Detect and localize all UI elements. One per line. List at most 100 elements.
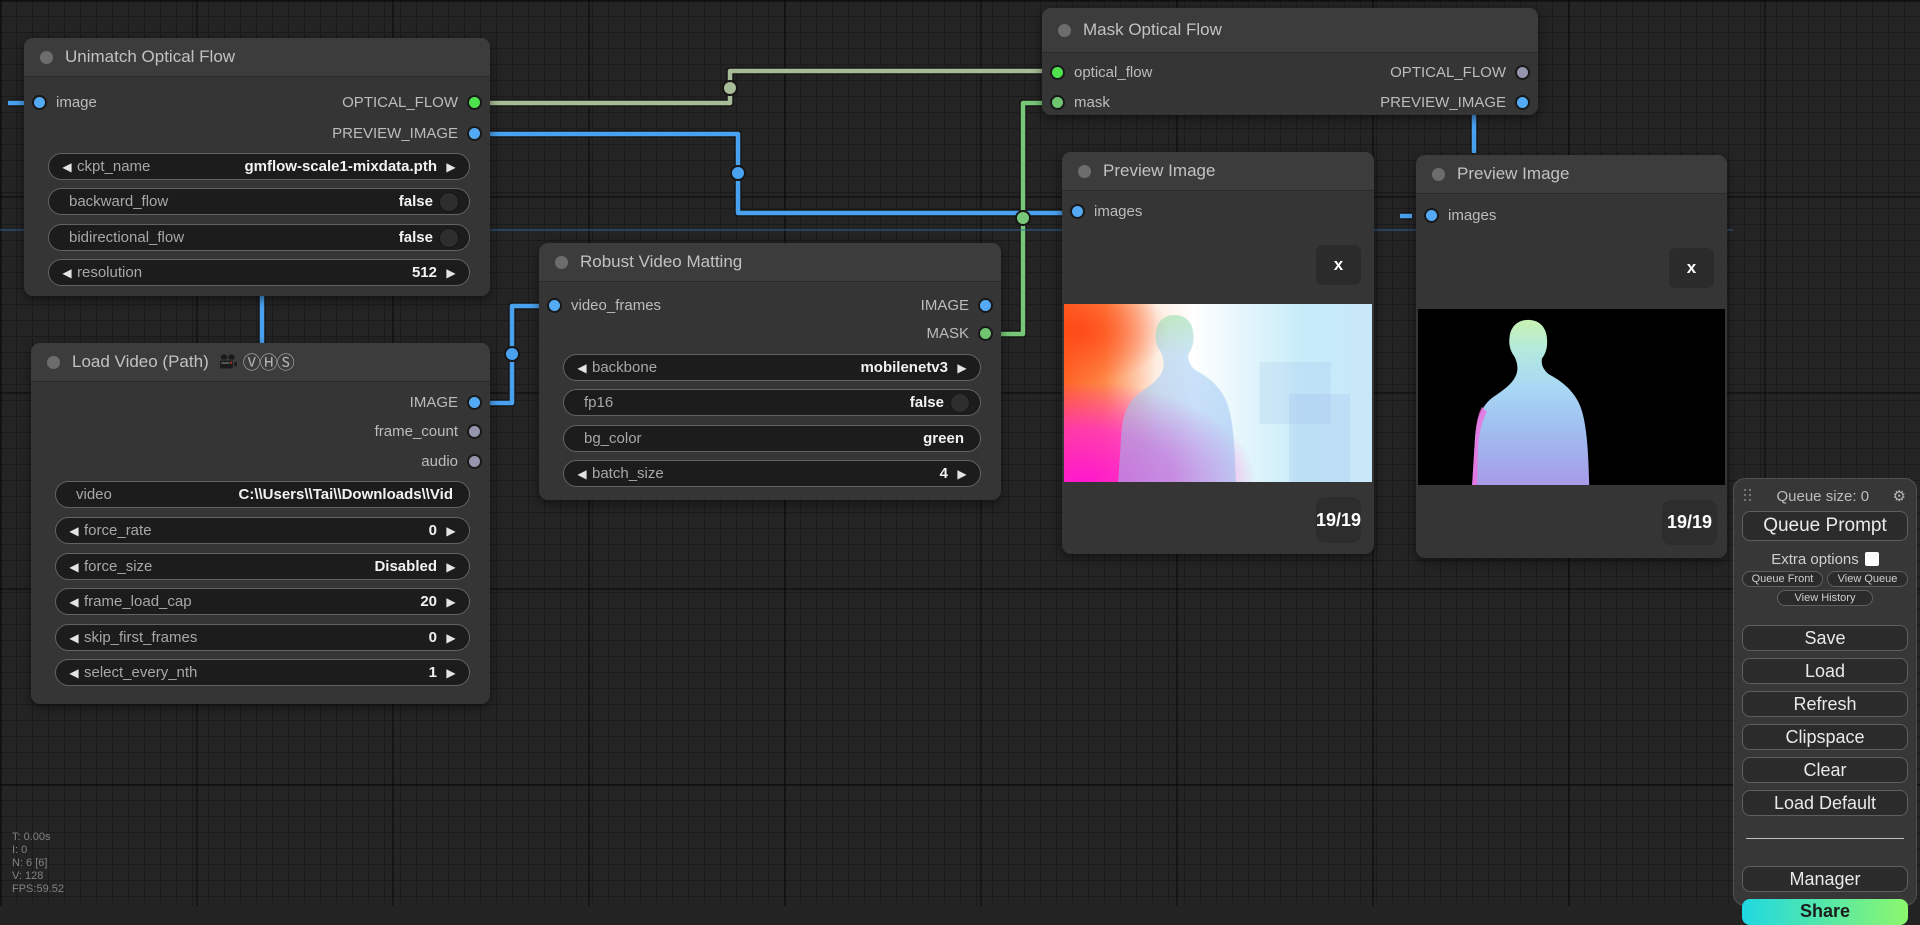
preview-close-button[interactable]: x xyxy=(1669,248,1714,288)
reroute-dot[interactable] xyxy=(730,165,746,181)
widget-backbone[interactable]: ◀ backbone mobilenetv3 ▶ xyxy=(563,354,981,381)
output-dot-MASK[interactable] xyxy=(978,326,993,341)
output-label: IMAGE xyxy=(409,394,458,411)
node-status-dot xyxy=(555,255,568,269)
widget-ckpt_name[interactable]: ◀ ckpt_name gmflow-scale1-mixdata.pth ▶ xyxy=(48,153,470,180)
widget-force_rate[interactable]: ◀ force_rate 0 ▶ xyxy=(55,517,470,544)
node-rvm[interactable]: Robust Video Matting video_frames IMAGE MAS… xyxy=(539,243,1001,500)
widget-increment-arrow[interactable]: ▶ xyxy=(443,666,459,680)
widget-value: Disabled xyxy=(374,558,437,575)
widget-decrement-arrow[interactable]: ◀ xyxy=(59,160,75,174)
reroute-dot[interactable] xyxy=(504,346,520,362)
queue-front-button[interactable]: Queue Front xyxy=(1742,571,1823,587)
node-title-bar[interactable]: Mask Optical Flow xyxy=(1042,8,1538,53)
preview-close-button[interactable]: x xyxy=(1316,245,1361,285)
input-dot-optical_flow[interactable] xyxy=(1050,65,1065,80)
toggle-knob[interactable] xyxy=(439,227,459,248)
optical-flow-preview-image xyxy=(1064,304,1372,482)
widget-increment-arrow[interactable]: ▶ xyxy=(954,361,970,375)
output-dot-OPTICAL_FLOW[interactable] xyxy=(1515,65,1530,80)
widget-decrement-arrow[interactable]: ◀ xyxy=(574,467,590,481)
widget-fp16[interactable]: fp16 false xyxy=(563,389,981,416)
node-preview2[interactable]: Preview Image images x 19/19 xyxy=(1416,155,1727,558)
input-dot-images[interactable] xyxy=(1070,204,1085,219)
load-default-button[interactable]: Load Default xyxy=(1742,790,1908,816)
node-loadvideo[interactable]: Load Video (Path) ⓋⒽⓈ IMAGE frame_count aud… xyxy=(31,343,490,704)
refresh-button[interactable]: Refresh xyxy=(1742,691,1908,717)
stat-nodes: N: 6 [6] xyxy=(12,857,48,869)
node-status-dot xyxy=(1078,164,1091,178)
widget-increment-arrow[interactable]: ▶ xyxy=(954,467,970,481)
queue-prompt-button[interactable]: Queue Prompt xyxy=(1742,511,1908,541)
input-port-mask: mask xyxy=(1050,94,1110,111)
widget-skip_first_frames[interactable]: ◀ skip_first_frames 0 ▶ xyxy=(55,624,470,651)
input-dot-video_frames[interactable] xyxy=(547,298,562,313)
clipspace-button[interactable]: Clipspace xyxy=(1742,724,1908,750)
widget-decrement-arrow[interactable]: ◀ xyxy=(66,666,82,680)
perf-stats: T: 0.00s I: 0 N: 6 [6] V: 128 FPS:59.52 xyxy=(12,831,64,896)
save-button[interactable]: Save xyxy=(1742,625,1908,651)
widget-frame_load_cap[interactable]: ◀ frame_load_cap 20 ▶ xyxy=(55,588,470,615)
widget-decrement-arrow[interactable]: ◀ xyxy=(59,266,75,280)
widget-increment-arrow[interactable]: ▶ xyxy=(443,266,459,280)
gear-icon[interactable]: ⚙ xyxy=(1893,487,1906,505)
output-port-IMAGE: IMAGE xyxy=(921,297,993,314)
widget-decrement-arrow[interactable]: ◀ xyxy=(574,361,590,375)
output-dot-audio[interactable] xyxy=(467,454,482,469)
widget-bg_color[interactable]: bg_color green xyxy=(563,425,981,452)
widget-bidirectional_flow[interactable]: bidirectional_flow false xyxy=(48,224,470,251)
node-preview1[interactable]: Preview Image images x 19/19 xyxy=(1062,152,1374,554)
widget-increment-arrow[interactable]: ▶ xyxy=(443,631,459,645)
widget-backward_flow[interactable]: backward_flow false xyxy=(48,188,470,215)
widget-decrement-arrow[interactable]: ◀ xyxy=(66,595,82,609)
widget-select_every_nth[interactable]: ◀ select_every_nth 1 ▶ xyxy=(55,659,470,686)
extra-options-checkbox[interactable] xyxy=(1864,552,1879,566)
widget-decrement-arrow[interactable]: ◀ xyxy=(66,631,82,645)
input-dot-mask[interactable] xyxy=(1050,95,1065,110)
output-label: OPTICAL_FLOW xyxy=(342,94,458,111)
toggle-knob[interactable] xyxy=(439,191,459,212)
clear-button[interactable]: Clear xyxy=(1742,757,1908,783)
widget-label: force_size xyxy=(84,558,153,575)
widget-force_size[interactable]: ◀ force_size Disabled ▶ xyxy=(55,553,470,580)
widget-increment-arrow[interactable]: ▶ xyxy=(443,595,459,609)
widget-value: 20 xyxy=(420,593,437,610)
widget-value: false xyxy=(398,229,433,246)
output-label: PREVIEW_IMAGE xyxy=(332,125,458,142)
widget-decrement-arrow[interactable]: ◀ xyxy=(66,524,82,538)
node-title-bar[interactable]: Preview Image xyxy=(1062,152,1374,191)
input-dot-image[interactable] xyxy=(32,95,47,110)
output-port-PREVIEW_IMAGE: PREVIEW_IMAGE xyxy=(332,125,482,142)
menu-drag-handle-icon[interactable] xyxy=(1744,489,1753,503)
node-maskflow[interactable]: Mask Optical Flow optical_flow mask OPTICAL… xyxy=(1042,8,1538,115)
widget-increment-arrow[interactable]: ▶ xyxy=(443,160,459,174)
view-queue-button[interactable]: View Queue xyxy=(1827,571,1908,587)
input-dot-images[interactable] xyxy=(1424,208,1439,223)
reroute-dot[interactable] xyxy=(722,80,738,96)
view-history-button[interactable]: View History xyxy=(1777,590,1873,606)
output-dot-OPTICAL_FLOW[interactable] xyxy=(467,95,482,110)
output-dot-IMAGE[interactable] xyxy=(467,395,482,410)
widget-resolution[interactable]: ◀ resolution 512 ▶ xyxy=(48,259,470,286)
widget-decrement-arrow[interactable]: ◀ xyxy=(66,560,82,574)
comfyui-menu-panel: Queue size: 0 ⚙ Queue Prompt Extra optio… xyxy=(1733,478,1917,925)
widget-increment-arrow[interactable]: ▶ xyxy=(443,560,459,574)
node-unimatch[interactable]: Unimatch Optical Flow image OPTICAL_FLOW PR… xyxy=(24,38,490,296)
node-title-bar[interactable]: Load Video (Path) ⓋⒽⓈ xyxy=(31,343,490,382)
link-wire xyxy=(485,131,1068,216)
widget-video[interactable]: video C:\\Users\\Tai\\Downloads\\Vid xyxy=(55,481,470,508)
widget-batch_size[interactable]: ◀ batch_size 4 ▶ xyxy=(563,460,981,487)
output-dot-PREVIEW_IMAGE[interactable] xyxy=(467,126,482,141)
manager-button[interactable]: Manager xyxy=(1742,866,1908,892)
load-button[interactable]: Load xyxy=(1742,658,1908,684)
toggle-knob[interactable] xyxy=(950,392,970,413)
output-dot-frame_count[interactable] xyxy=(467,424,482,439)
node-title-bar[interactable]: Unimatch Optical Flow xyxy=(24,38,490,77)
output-dot-PREVIEW_IMAGE[interactable] xyxy=(1515,95,1530,110)
output-dot-IMAGE[interactable] xyxy=(978,298,993,313)
node-title-bar[interactable]: Robust Video Matting xyxy=(539,243,1001,282)
share-button[interactable]: Share xyxy=(1742,899,1908,925)
node-title-bar[interactable]: Preview Image xyxy=(1416,155,1727,194)
reroute-dot[interactable] xyxy=(1015,210,1031,226)
widget-increment-arrow[interactable]: ▶ xyxy=(443,524,459,538)
